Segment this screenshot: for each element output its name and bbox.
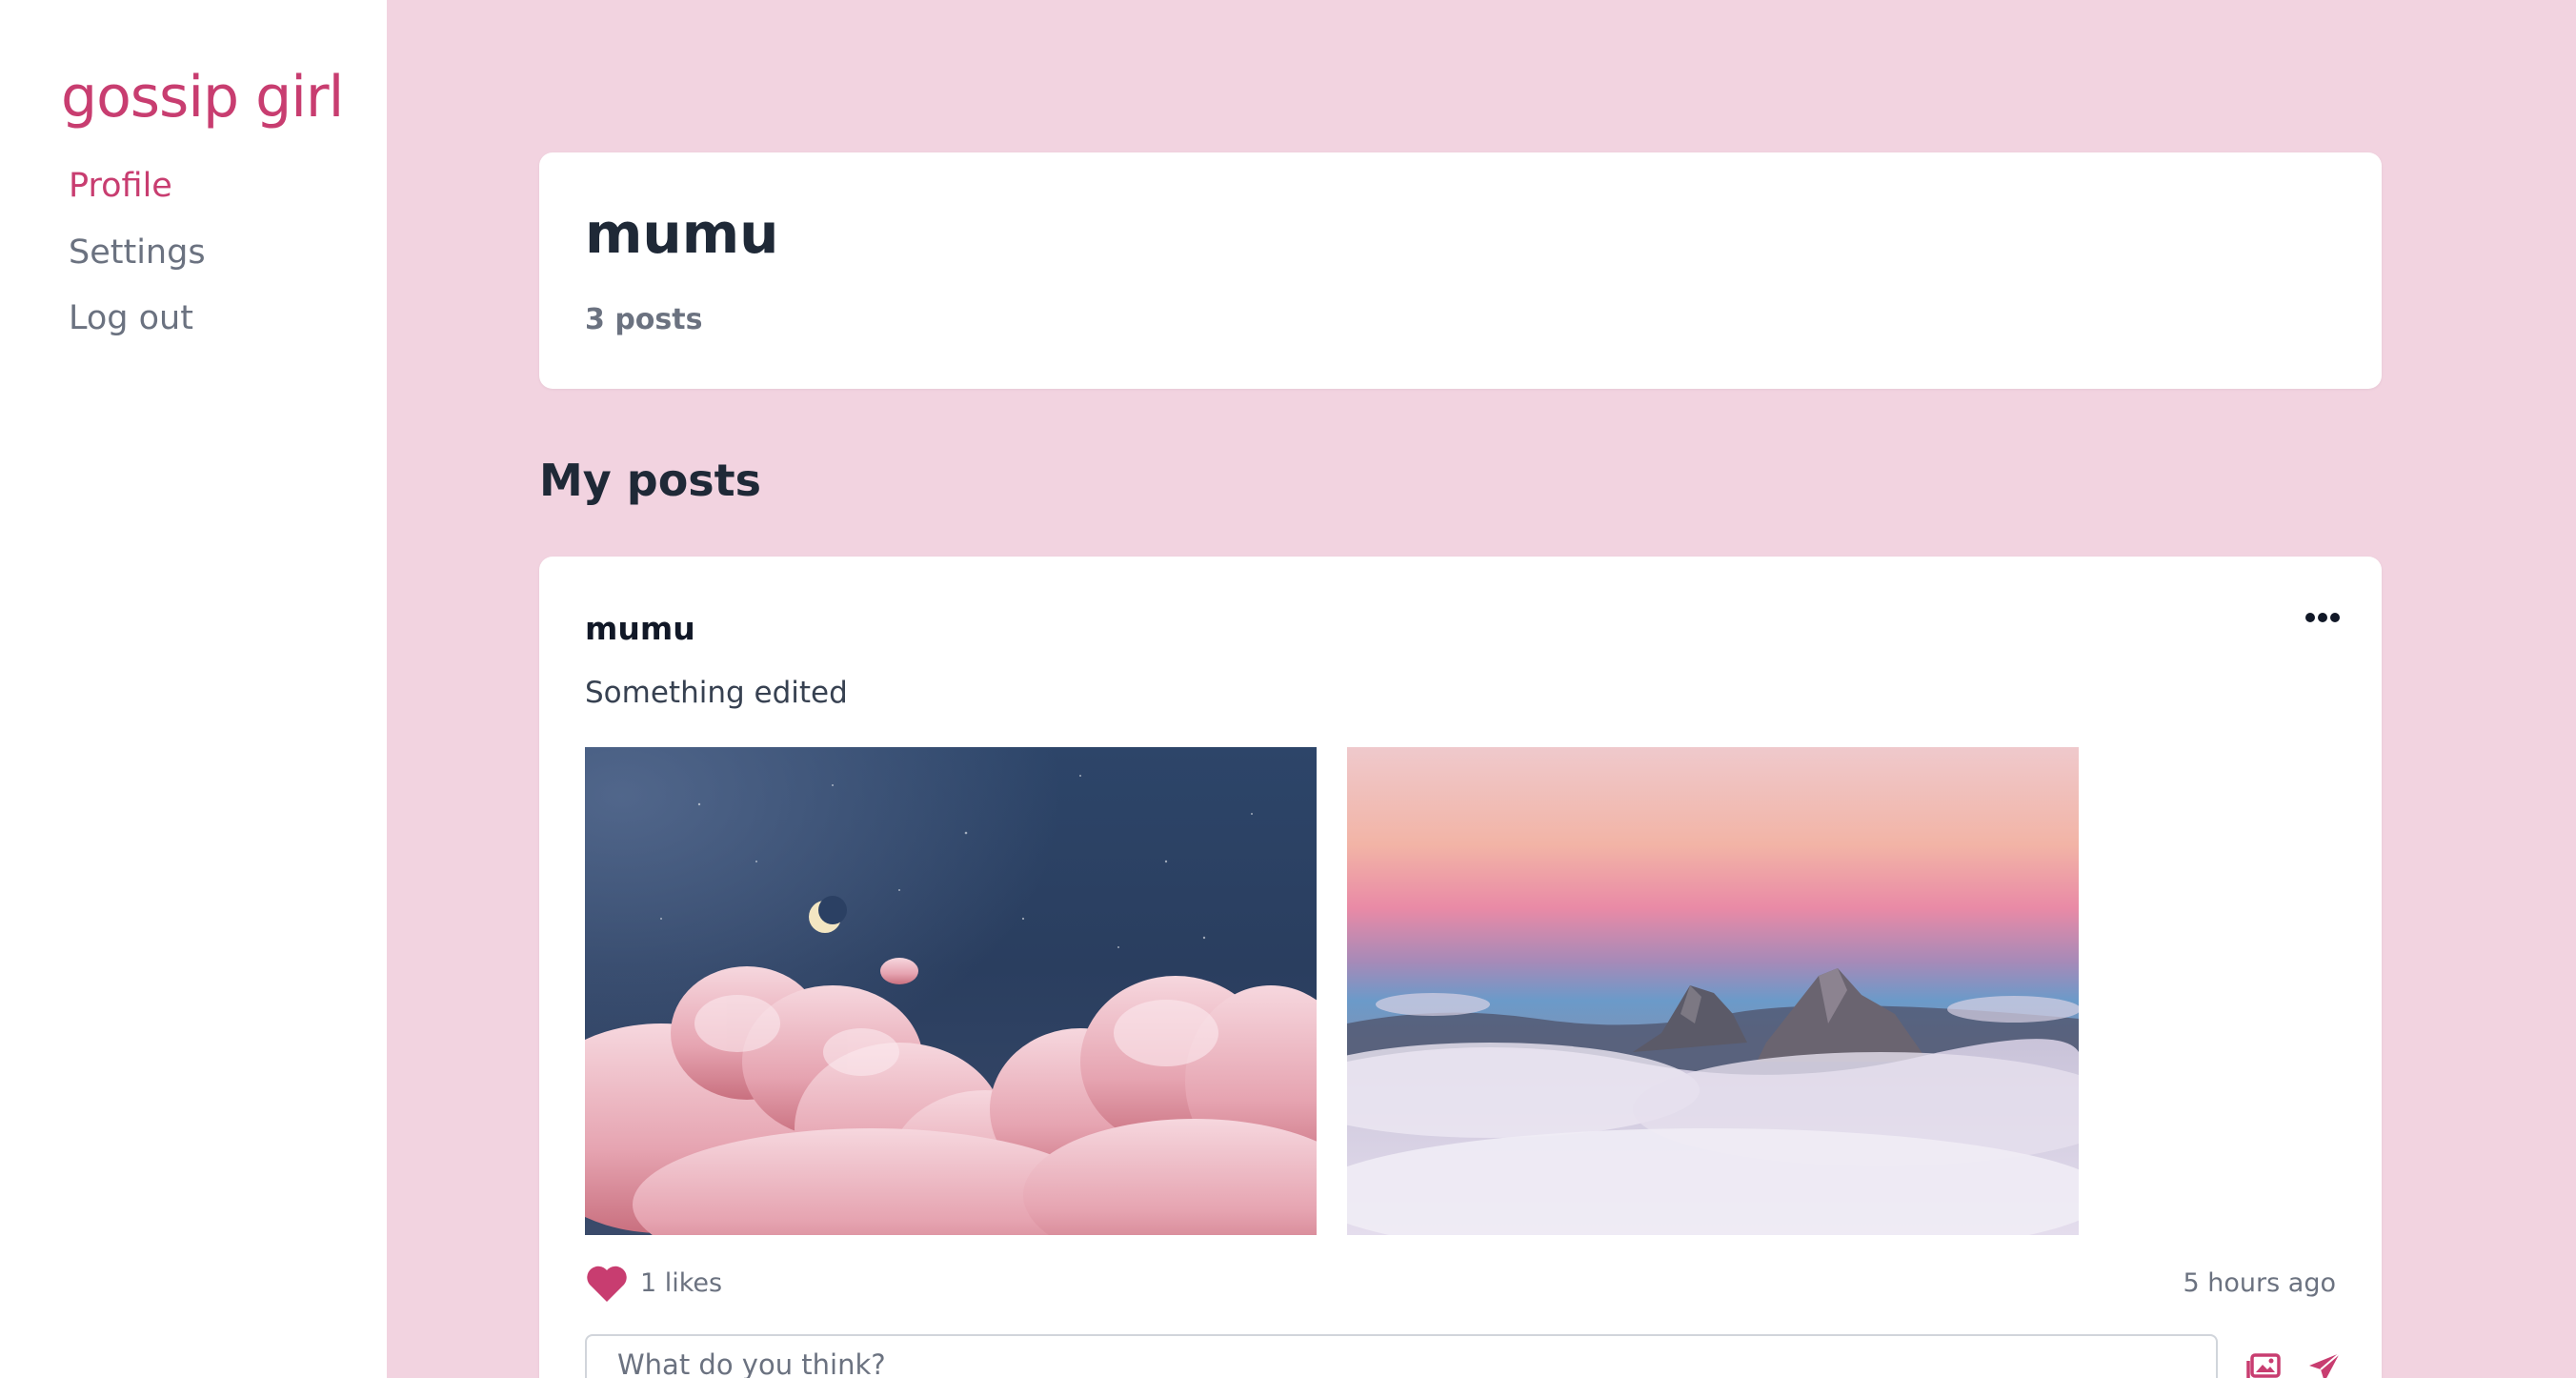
post-card: mumu Something edited 1 likes 5 hours ag… bbox=[539, 557, 2382, 1378]
post-timestamp: 5 hours ago bbox=[2183, 1268, 2336, 1298]
profile-card: mumu 3 posts bbox=[539, 152, 2382, 389]
likes-count: 1 likes bbox=[640, 1268, 723, 1298]
comment-input[interactable] bbox=[585, 1334, 2218, 1378]
post-text: Something edited bbox=[585, 676, 848, 710]
posts-count: 3 posts bbox=[585, 303, 703, 336]
sidebar: gossip girl Profile Settings Log out bbox=[0, 0, 387, 1378]
post-image-mountains[interactable] bbox=[1347, 747, 2079, 1235]
more-icon[interactable] bbox=[2304, 606, 2342, 629]
profile-name: mumu bbox=[585, 201, 779, 266]
send-icon[interactable] bbox=[2307, 1351, 2342, 1378]
image-icon[interactable] bbox=[2246, 1351, 2281, 1378]
sidebar-item-logout[interactable]: Log out bbox=[69, 296, 193, 340]
heart-icon[interactable] bbox=[585, 1264, 629, 1304]
brand-logo[interactable]: gossip girl bbox=[61, 63, 344, 132]
post-image-night-sky[interactable] bbox=[585, 747, 1317, 1235]
post-author[interactable]: mumu bbox=[585, 608, 695, 650]
sidebar-item-profile[interactable]: Profile bbox=[69, 164, 172, 208]
section-title: My posts bbox=[539, 455, 762, 506]
sidebar-item-settings[interactable]: Settings bbox=[69, 231, 206, 274]
